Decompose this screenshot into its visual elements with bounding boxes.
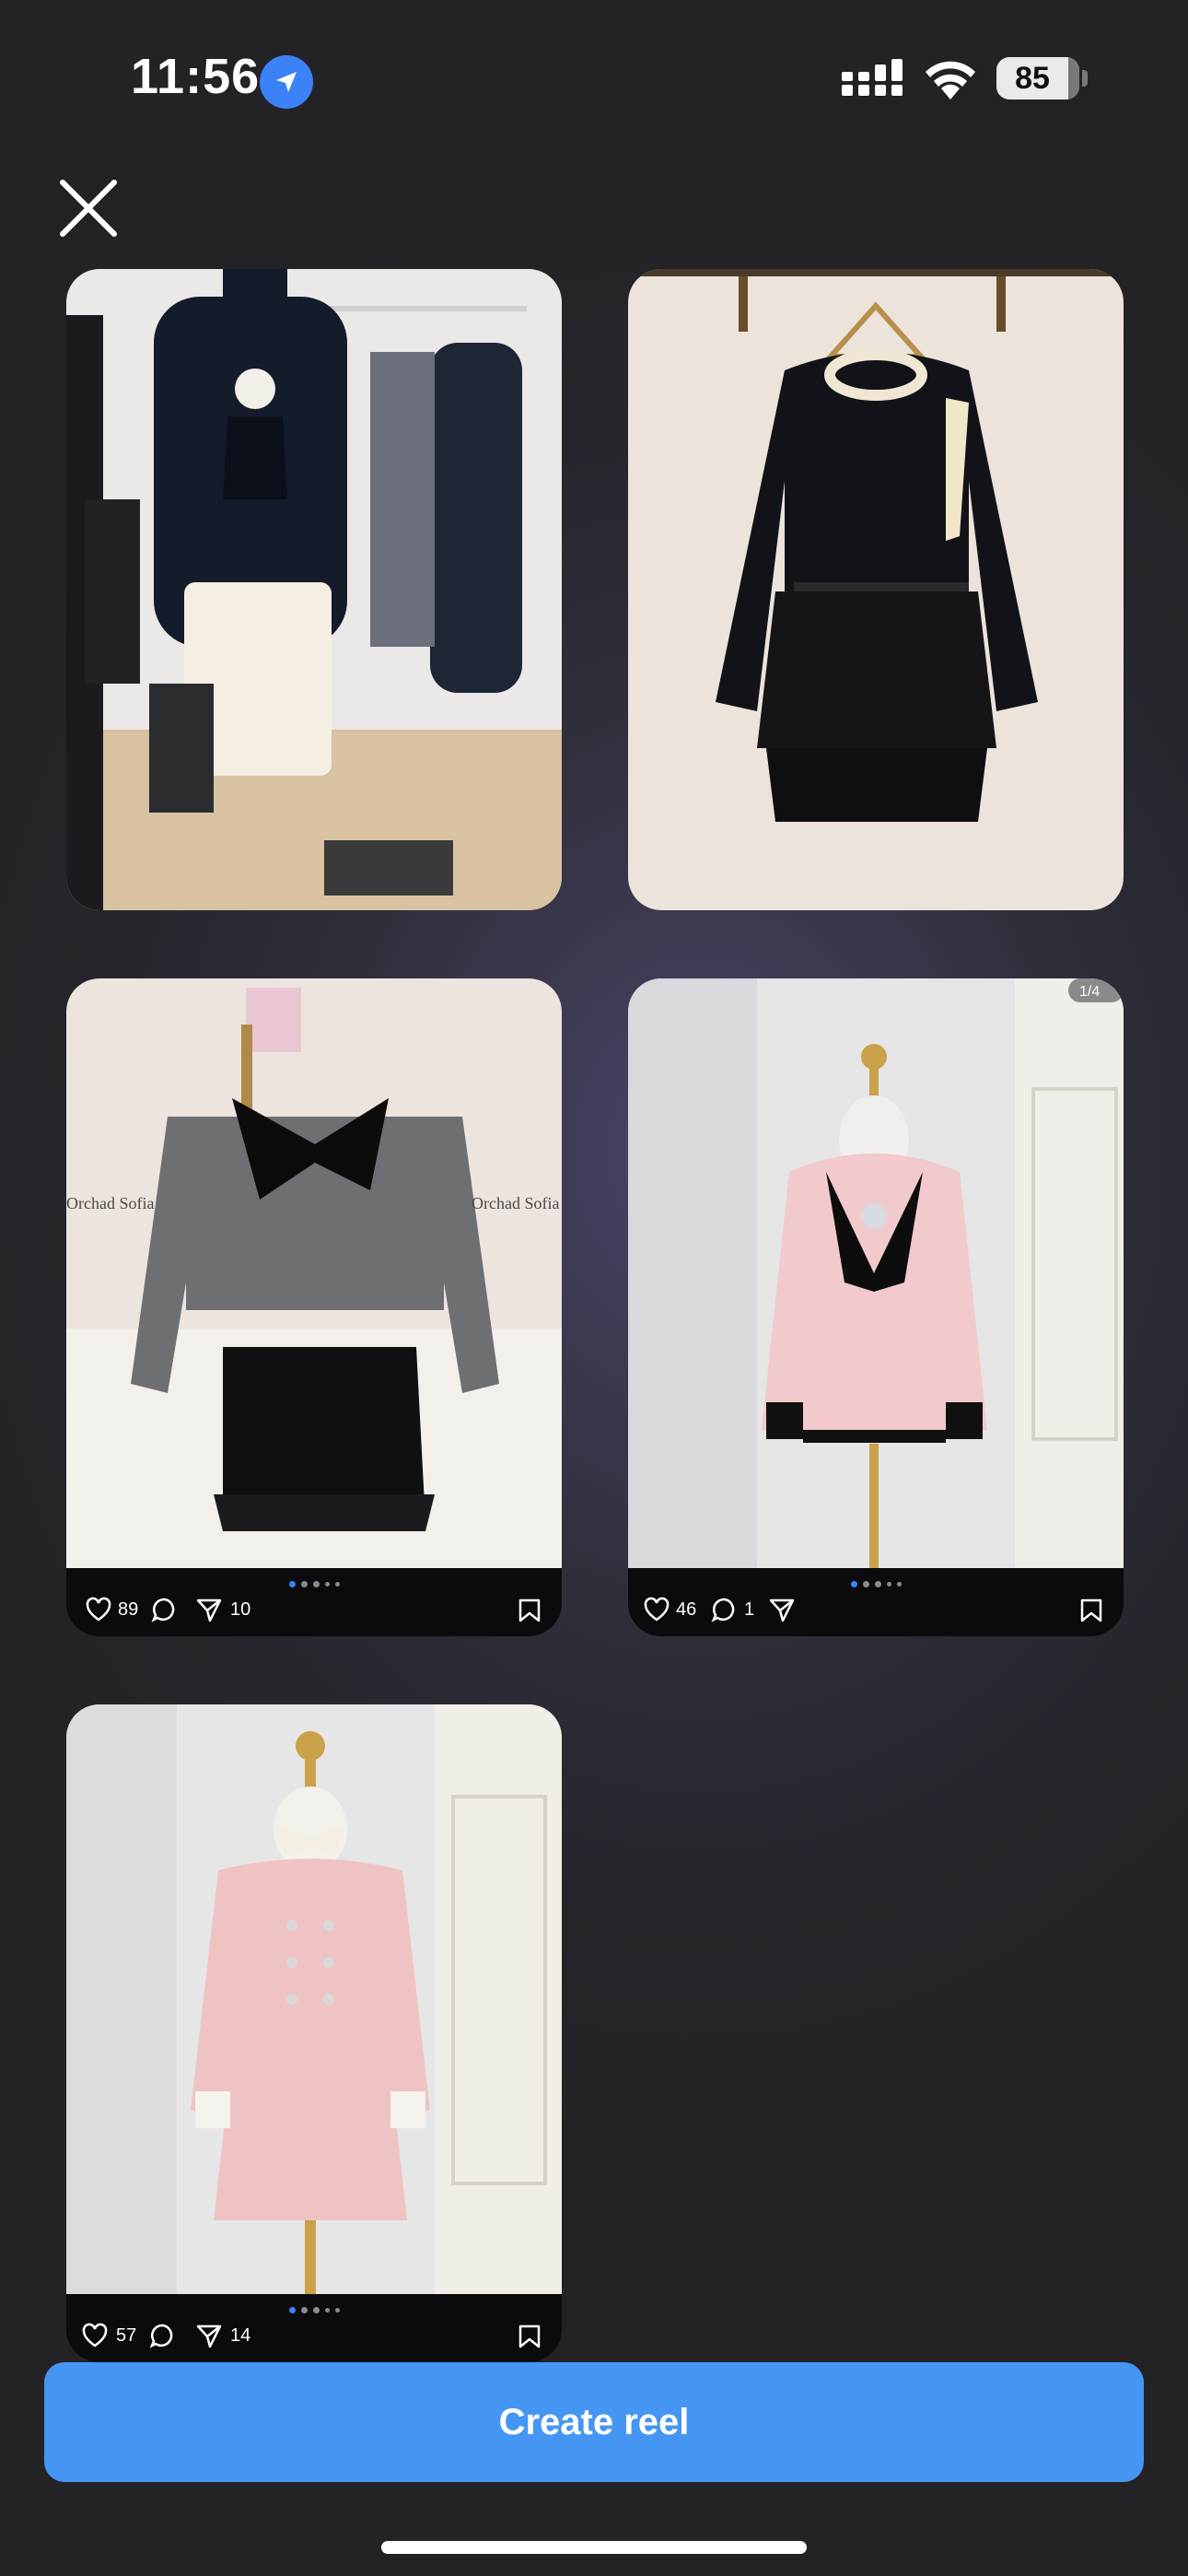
post-card-1[interactable] [66, 269, 562, 910]
comment-icon[interactable] [149, 2322, 177, 2349]
post-image-5 [66, 1704, 562, 2296]
watermark-left: Orchad Sofia [66, 1194, 154, 1212]
share-count: 14 [230, 2325, 251, 2346]
share-icon[interactable] [768, 1596, 796, 1623]
home-indicator[interactable] [381, 2541, 807, 2554]
carousel-counter: 1/4 [1079, 984, 1100, 1000]
close-icon [60, 180, 117, 237]
post-card-5[interactable]: 57 14 [66, 1704, 562, 2362]
like-count: 46 [676, 1599, 697, 1620]
share-icon[interactable] [195, 1596, 223, 1623]
cellular-signal-icon [842, 59, 903, 96]
heart-icon[interactable] [85, 1596, 112, 1623]
watermark-right: Orchad Sofia [472, 1194, 559, 1212]
share-icon[interactable] [195, 2322, 223, 2349]
post-actions-bar-4: 46 1 [628, 1568, 1124, 1636]
location-arrow-icon [260, 55, 313, 109]
bookmark-icon[interactable] [518, 2324, 542, 2349]
post-image-3: Orchad Sofia Orchad Sofia [66, 978, 562, 1570]
share-count: 10 [230, 1599, 251, 1620]
status-bar: 11:56 85 [0, 0, 1188, 157]
post-image-2 [628, 269, 1124, 910]
heart-icon[interactable] [81, 2322, 109, 2349]
post-actions-bar-5: 57 14 [66, 2294, 562, 2362]
comment-icon[interactable] [711, 1596, 739, 1623]
battery-percentage: 85 [1015, 61, 1050, 96]
close-button[interactable] [55, 175, 122, 241]
create-reel-button[interactable]: Create reel [44, 2362, 1144, 2482]
carousel-dots [66, 1581, 562, 1590]
heart-icon[interactable] [643, 1596, 670, 1623]
status-time: 11:56 [131, 49, 261, 104]
post-image-1 [66, 269, 562, 910]
bookmark-icon[interactable] [1079, 1598, 1103, 1623]
post-card-2[interactable] [628, 269, 1124, 910]
like-count: 89 [118, 1599, 139, 1620]
battery-cap [1082, 70, 1088, 87]
post-actions-bar-3: 89 10 [66, 1568, 562, 1636]
post-card-3[interactable]: Orchad Sofia Orchad Sofia 89 10 [66, 978, 562, 1636]
like-count: 57 [116, 2325, 137, 2346]
wifi-icon [926, 61, 975, 100]
comment-count: 1 [744, 1599, 755, 1620]
carousel-dots [628, 1581, 1124, 1590]
carousel-dots [66, 2307, 562, 2316]
post-image-4: 1/4 [628, 978, 1124, 1570]
battery-icon: 85 [996, 57, 1079, 100]
comment-icon[interactable] [151, 1596, 179, 1623]
bookmark-icon[interactable] [518, 1598, 542, 1623]
post-card-4[interactable]: 1/4 46 1 [628, 978, 1124, 1636]
